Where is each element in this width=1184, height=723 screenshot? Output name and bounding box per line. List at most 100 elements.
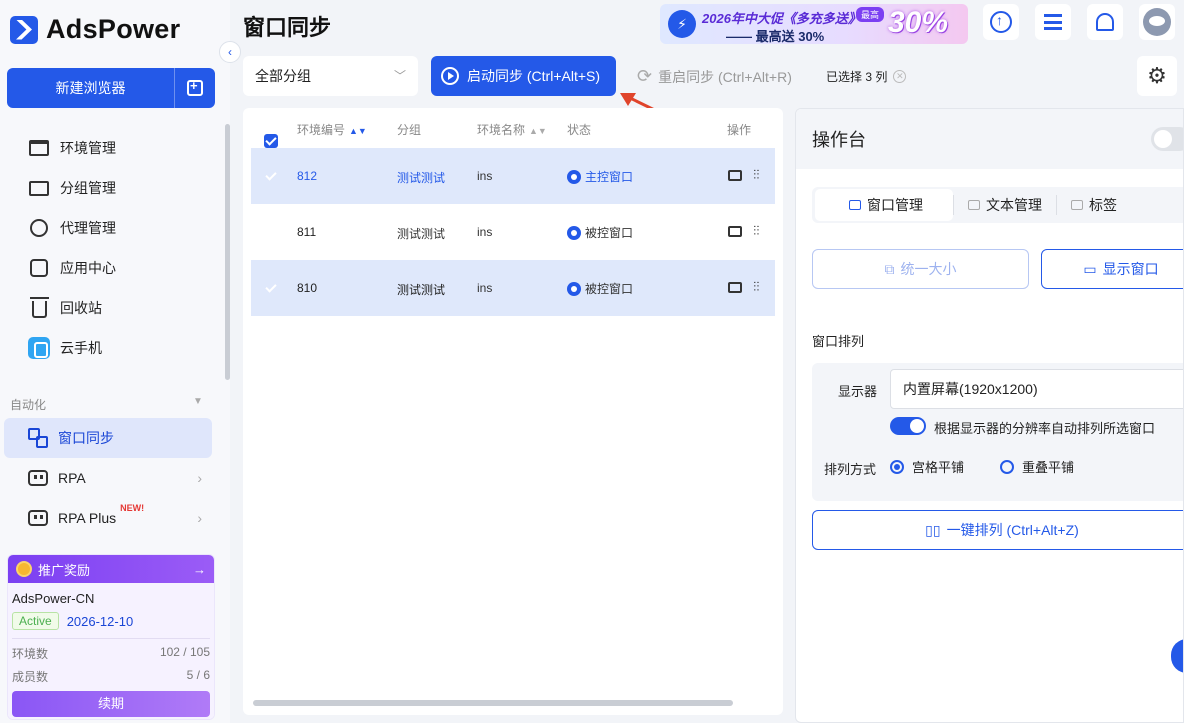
sidebar-item-proxy[interactable]: 代理管理 [0, 208, 222, 248]
env-count-label: 环境数 [12, 647, 49, 661]
banner-subline: —— 最高送 30% [726, 29, 825, 44]
sidebar-item-label: 回收站 [60, 300, 102, 316]
radio-unchecked-icon [1000, 459, 1014, 474]
arrange-icon: ▯▯ [925, 521, 941, 538]
table-row[interactable]: 810 测试测试 ins 被控窗口 ⫶⫶ [251, 260, 775, 316]
main-nav: 环境管理 分组管理 代理管理 应用中心 回收站 云手机 [0, 128, 222, 368]
one-key-arrange-button[interactable]: ▯▯ 一键排列 (Ctrl+Alt+Z) [812, 510, 1183, 550]
promo-title: 推广奖励 [38, 562, 91, 578]
expire-date: 2026-12-10 [66, 613, 134, 629]
renew-button[interactable]: 续期 [12, 691, 210, 717]
show-window-icon[interactable] [728, 226, 742, 237]
banner-headline: 2026年中大促《多充多送》 [702, 11, 861, 26]
sidebar-item-apps[interactable]: 应用中心 [0, 248, 222, 288]
header-env-name[interactable]: 环境名称 ▲▼ [477, 121, 547, 138]
gear-icon: ⚙ [1147, 63, 1167, 88]
restart-sync-button[interactable]: ⟳ 重启同步 (Ctrl+Alt+R) [637, 66, 792, 87]
batch-add-icon[interactable] [175, 68, 215, 108]
uniform-size-button[interactable]: ⧉ 统一大小 [812, 249, 1029, 289]
settings-button[interactable]: ⚙ [1137, 56, 1177, 96]
sidebar-item-trash[interactable]: 回收站 [0, 288, 222, 328]
monitor-icon [849, 200, 861, 210]
collapse-sidebar-button[interactable]: ‹ [219, 41, 241, 63]
tab-text-management[interactable]: 文本管理 [954, 189, 1056, 221]
folder-icon [1071, 200, 1083, 210]
sidebar-item-label: 分组管理 [60, 180, 116, 196]
console-panel: 操作台 窗口管理 文本管理 标签 ⧉ 统一大小 ▭ 显示窗口 窗口排列 显示器 内置… [795, 108, 1184, 723]
sidebar-item-label: RPA Plus [58, 510, 117, 526]
promo-header[interactable]: 推广奖励 → [8, 555, 214, 583]
browser-icon [567, 169, 581, 184]
sidebar-scrollbar[interactable] [225, 124, 230, 380]
app-center-icon [28, 258, 50, 278]
env-group: 测试测试 [397, 283, 446, 297]
table-row[interactable]: 812 测试测试 ins 主控窗口 ⫶⫶ [251, 148, 775, 204]
sidebar-item-window-sync[interactable]: 窗口同步 [4, 418, 212, 458]
window-icon: ▭ [1083, 260, 1097, 277]
sort-icon[interactable]: ▲▼ [349, 126, 367, 136]
logo[interactable]: AdsPower [10, 14, 180, 45]
table-row[interactable]: 811 测试测试 ins 被控窗口 ⫶⫶ [251, 204, 775, 260]
automation-section-title[interactable]: 自动化 [10, 396, 46, 413]
sort-icon[interactable]: ▲▼ [529, 126, 547, 136]
show-window-button[interactable]: ▭ 显示窗口 [1041, 249, 1183, 289]
caret-down-icon[interactable]: ▼ [193, 396, 203, 407]
mode-grid-radio[interactable]: 宫格平铺 [890, 457, 964, 476]
user-menu-button[interactable] [1139, 4, 1175, 40]
console-toggle[interactable] [1151, 127, 1183, 151]
folder-icon [28, 178, 50, 198]
sidebar-item-env[interactable]: 环境管理 [0, 128, 222, 168]
group-select[interactable]: 全部分组 ﹀ [243, 56, 418, 96]
banner-percent: 30% [888, 6, 949, 39]
table-horizontal-scrollbar[interactable] [253, 700, 733, 706]
sidebar-item-cloud-phone[interactable]: 云手机 [0, 328, 222, 368]
avatar [1143, 8, 1171, 36]
header-env-id[interactable]: 环境编号 ▲▼ [297, 121, 367, 138]
show-window-icon[interactable] [728, 170, 742, 181]
start-sync-label: 启动同步 (Ctrl+Alt+S) [467, 68, 601, 84]
upload-button[interactable] [983, 4, 1019, 40]
member-count-value: 5 / 6 [186, 668, 210, 682]
radio-checked-icon [890, 459, 904, 474]
browser-icon [567, 225, 581, 240]
clear-selection-icon[interactable]: ✕ [893, 70, 907, 83]
sidebar-item-label: 窗口同步 [58, 430, 114, 446]
console-title: 操作台 [812, 130, 866, 150]
cloud-phone-icon [28, 337, 50, 359]
table-header: 环境编号 ▲▼ 分组 环境名称 ▲▼ 状态 操作 [243, 108, 783, 148]
settings-sliders-icon[interactable]: ⫶⫶ [753, 167, 760, 183]
tab-tags[interactable]: 标签 [1057, 189, 1131, 221]
display-select[interactable]: 内置屏幕(1920x1200) [890, 369, 1183, 409]
start-sync-button[interactable]: 启动同步 (Ctrl+Alt+S) [431, 56, 616, 96]
settings-sliders-icon[interactable]: ⫶⫶ [753, 279, 760, 295]
settings-sliders-icon[interactable]: ⫶⫶ [753, 223, 760, 239]
arrange-settings: 显示器 内置屏幕(1920x1200) 根据显示器的分辨率自动排列所选窗口 排列… [812, 363, 1183, 501]
refresh-icon: ⟳ [637, 66, 653, 86]
env-status: 主控窗口 [567, 168, 633, 185]
env-count-value: 102 / 105 [159, 645, 210, 659]
sidebar-item-groups[interactable]: 分组管理 [0, 168, 222, 208]
mode-overlap-radio[interactable]: 重叠平铺 [1000, 457, 1074, 476]
new-browser-button[interactable]: 新建浏览器 [7, 68, 215, 108]
robot-icon [28, 510, 48, 526]
floating-helper-button[interactable] [1171, 639, 1183, 673]
notification-button[interactable] [1087, 4, 1123, 40]
promo-banner[interactable]: ⚡ 2026年中大促《多充多送》 —— 最高送 30% 最高 30% [660, 4, 968, 44]
lightning-icon: ⚡ [668, 10, 696, 38]
task-list-button[interactable] [1035, 4, 1071, 40]
show-window-icon[interactable] [728, 282, 742, 293]
trash-icon [28, 297, 50, 318]
bell-icon [1096, 13, 1114, 31]
select-all-checkbox[interactable] [264, 134, 278, 148]
group-select-value: 全部分组 [255, 68, 311, 84]
auto-arrange-toggle[interactable] [890, 417, 926, 435]
sidebar-item-rpa[interactable]: RPA › [4, 458, 212, 498]
chevron-down-icon: ﹀ [393, 69, 406, 83]
env-status: 被控窗口 [567, 280, 633, 297]
proxy-icon [28, 218, 50, 238]
header-status: 状态 [567, 123, 592, 137]
sidebar-item-rpa-plus[interactable]: RPA Plus NEW! › [4, 498, 212, 538]
banner-tag: 最高 [856, 7, 885, 22]
tab-window-management[interactable]: 窗口管理 [815, 189, 953, 221]
header-ops: 操作 [727, 123, 752, 137]
